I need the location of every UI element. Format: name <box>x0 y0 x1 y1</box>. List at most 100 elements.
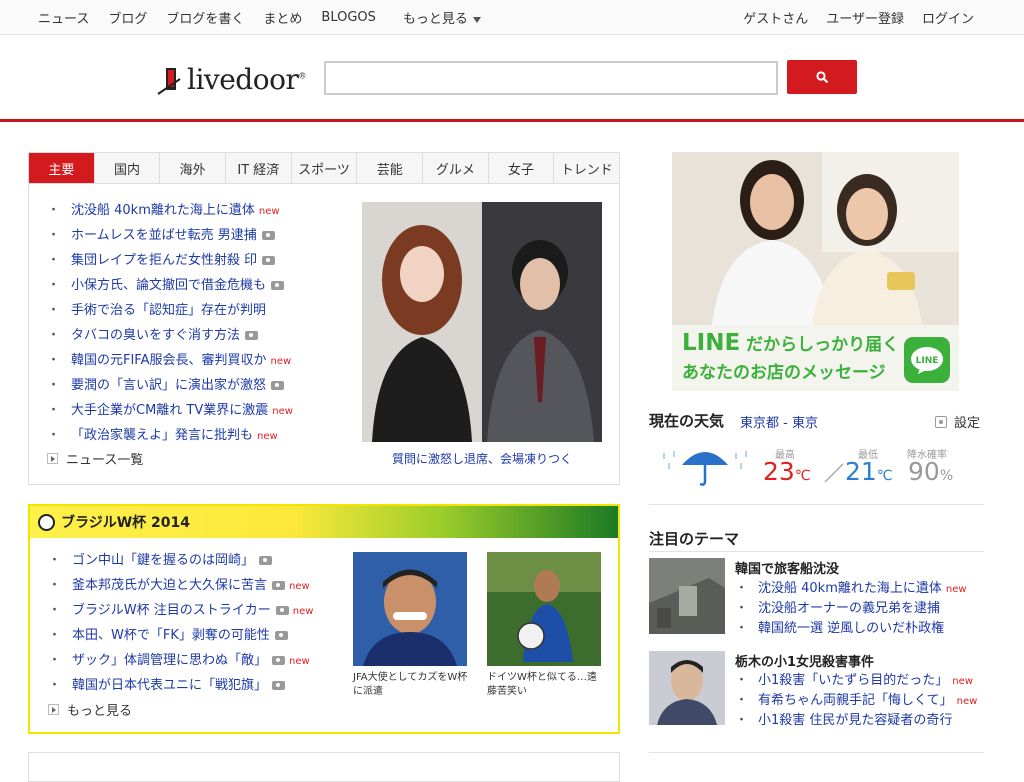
weather-high-unit: ℃ <box>794 468 811 484</box>
weather-rain-value: 90 <box>908 457 940 486</box>
tab-it-economy[interactable]: IT 経済 <box>226 153 292 183</box>
umbrella-rain-icon <box>663 451 747 486</box>
headline-item[interactable]: 集団レイプを拒んだ女性射殺 印 <box>29 248 359 273</box>
nav-write-blog[interactable]: ブログを書く <box>166 8 244 27</box>
tab-entertainment[interactable]: 芸能 <box>357 153 424 183</box>
camera-icon <box>261 231 275 240</box>
headline-item[interactable]: 要潤の「言い訳」に演出家が激怒 <box>29 373 359 398</box>
topic-item[interactable]: 小1殺害「いたずら目的だった」new <box>735 671 977 691</box>
headline-item[interactable]: 大手企業がCM離れ TV業界に激震new <box>29 398 359 423</box>
site-header: livedoor® <box>0 35 1024 122</box>
topic-1-heading[interactable]: 韓国で旅客船沈没 <box>735 558 839 577</box>
tab-domestic[interactable]: 国内 <box>95 153 161 183</box>
worldcup-thumb-2[interactable] <box>487 552 601 666</box>
worldcup-thumb-1-caption[interactable]: JFA大使としてカズをW杯に派遣 <box>353 671 469 699</box>
login-link[interactable]: ログイン <box>922 8 974 27</box>
worldcup-thumb-1[interactable] <box>353 552 467 666</box>
headline-item[interactable]: 手術で治る「認知症」存在が判明 <box>29 298 359 323</box>
headline-text: ザック」体調管理に思わぬ「敵」 <box>72 653 268 668</box>
tab-trend[interactable]: トレンド <box>554 153 619 183</box>
headline-item[interactable]: ブラジルW杯 注目のストライカー new <box>30 598 350 623</box>
headline-text: ブラジルW杯 注目のストライカー <box>72 603 271 618</box>
weather-low: 21℃ <box>845 457 893 486</box>
headline-item[interactable]: ゴン中山「鍵を握るのは岡崎」 <box>30 548 350 573</box>
weather-settings[interactable]: 設定 <box>935 412 980 431</box>
worldcup-thumb-2-caption[interactable]: ドイツW杯と似てる…遠藤苦笑い <box>487 671 603 699</box>
topic-item[interactable]: 小1殺害 住民が見た容疑者の奇行 <box>735 711 977 731</box>
worldcup-thumb-2-image <box>487 552 601 666</box>
topic-2-thumb[interactable] <box>649 651 725 725</box>
camera-icon <box>272 656 286 665</box>
tab-sports[interactable]: スポーツ <box>292 153 358 183</box>
nav-more-label: もっと見る <box>402 12 468 27</box>
topic-1-list: 沈没船 40km離れた海上に遺体new 沈没船オーナーの義兄弟を逮捕韓国統一選 逆… <box>735 579 967 639</box>
headline-text: 沈没船 40km離れた海上に遺体 <box>71 203 255 218</box>
ad-brand: LINE <box>682 330 741 356</box>
topic-item-text: 沈没船 40km離れた海上に遺体 <box>758 581 942 596</box>
weather-low-unit: ℃ <box>876 468 893 484</box>
nav-news[interactable]: ニュース <box>38 8 89 27</box>
headline-text: 大手企業がCM離れ TV業界に激震 <box>71 403 269 418</box>
line-ad-banner[interactable]: LINE だからしっかり届く あなたのお店のメッセージ LINE <box>672 152 959 391</box>
worldcup-more-link[interactable]: もっと見る <box>48 700 132 719</box>
soccer-ball-icon <box>38 513 55 531</box>
top-news-photo[interactable] <box>362 202 602 442</box>
register-link[interactable]: ユーザー登録 <box>826 8 904 27</box>
headline-item[interactable]: ホームレスを並ばせ転売 男逮捕 <box>29 223 359 248</box>
weather-high: 23℃ <box>763 457 811 486</box>
headline-item[interactable]: 小保方氏、論文撤回で借金危機も <box>29 273 359 298</box>
tab-women[interactable]: 女子 <box>489 153 555 183</box>
topic-item-text: 小1殺害「いたずら目的だった」 <box>758 673 949 688</box>
search-icon <box>815 70 828 83</box>
logo-text: livedoor® <box>187 63 306 96</box>
topic-item-text: 韓国統一選 逆風しのいだ朴政権 <box>758 621 945 636</box>
topic-item[interactable]: 有希ちゃん両親手記「悔しくて」new <box>735 691 977 711</box>
livedoor-logo[interactable]: livedoor® <box>156 63 306 96</box>
nav-matome[interactable]: まとめ <box>263 8 302 27</box>
headline-item[interactable]: 沈没船 40km離れた海上に遺体new <box>29 198 359 223</box>
topic-item[interactable]: 沈没船オーナーの義兄弟を逮捕 <box>735 599 967 619</box>
topic-item-text: 有希ちゃん両親手記「悔しくて」 <box>758 693 953 708</box>
camera-icon <box>245 331 259 340</box>
news-list-label: ニュース一覧 <box>66 453 144 468</box>
nav-blog[interactable]: ブログ <box>108 8 147 27</box>
news-list-link[interactable]: ニュース一覧 <box>47 449 143 468</box>
tab-gourmet[interactable]: グルメ <box>423 153 489 183</box>
headline-item[interactable]: 本田、W杯で「FK」剥奪の可能性 <box>30 623 350 648</box>
livedoor-logo-icon <box>157 67 181 95</box>
headline-item[interactable]: タバコの臭いをすぐ消す方法 <box>29 323 359 348</box>
headline-text: 集団レイプを拒んだ女性射殺 印 <box>71 253 258 268</box>
nav-blogos[interactable]: BLOGOS <box>321 10 376 25</box>
headline-item[interactable]: 「政治家襲えよ」発言に批判もnew <box>29 423 359 448</box>
news-panel: 主要 国内 海外 IT 経済 スポーツ 芸能 グルメ 女子 トレンド 沈没船 4… <box>28 152 620 485</box>
divider <box>649 551 984 552</box>
topic-1-thumb[interactable] <box>649 558 725 634</box>
headline-item[interactable]: 釜本邦茂氏が大迫と大久保に苦言 new <box>30 573 350 598</box>
topic-2-image <box>649 651 725 725</box>
gear-icon <box>935 415 947 428</box>
themes-title: 注目のテーマ <box>649 530 740 548</box>
tab-overseas[interactable]: 海外 <box>160 153 227 183</box>
worldcup-title: ブラジルW杯 2014 <box>61 515 191 531</box>
search-input[interactable] <box>324 61 778 95</box>
headline-text: ホームレスを並ばせ転売 男逮捕 <box>71 228 257 243</box>
camera-icon <box>271 281 285 290</box>
worldcup-banner: ブラジルW杯 2014 <box>30 506 618 538</box>
new-badge: new <box>258 206 280 217</box>
topic-item[interactable]: 韓国統一選 逆風しのいだ朴政権 <box>735 619 967 639</box>
tab-main[interactable]: 主要 <box>29 153 95 183</box>
headline-item[interactable]: 韓国の元FIFA服会長、審判買収かnew <box>29 348 359 373</box>
worldcup-headline-list: ゴン中山「鍵を握るのは岡崎」釜本邦茂氏が大迫と大久保に苦言newブラジルW杯 注… <box>30 548 350 698</box>
camera-icon <box>274 631 288 640</box>
search-button[interactable] <box>787 60 857 94</box>
topic-2-heading[interactable]: 栃木の小1女児殺害事件 <box>735 651 874 670</box>
headline-item[interactable]: ザック」体調管理に思わぬ「敵」 new <box>30 648 350 673</box>
nav-more[interactable]: もっと見る <box>403 8 481 27</box>
topic-item[interactable]: 沈没船 40km離れた海上に遺体new <box>735 579 967 599</box>
divider <box>649 752 984 753</box>
weather-location[interactable]: 東京都 - 東京 <box>740 412 818 431</box>
top-news-caption[interactable]: 質問に激怒し退席、会場凍りつく <box>362 450 602 467</box>
weather-rain: 90% <box>908 457 953 486</box>
headline-item[interactable]: 韓国が日本代表ユニに「戦犯旗」 <box>30 673 350 698</box>
camera-icon <box>271 381 285 390</box>
